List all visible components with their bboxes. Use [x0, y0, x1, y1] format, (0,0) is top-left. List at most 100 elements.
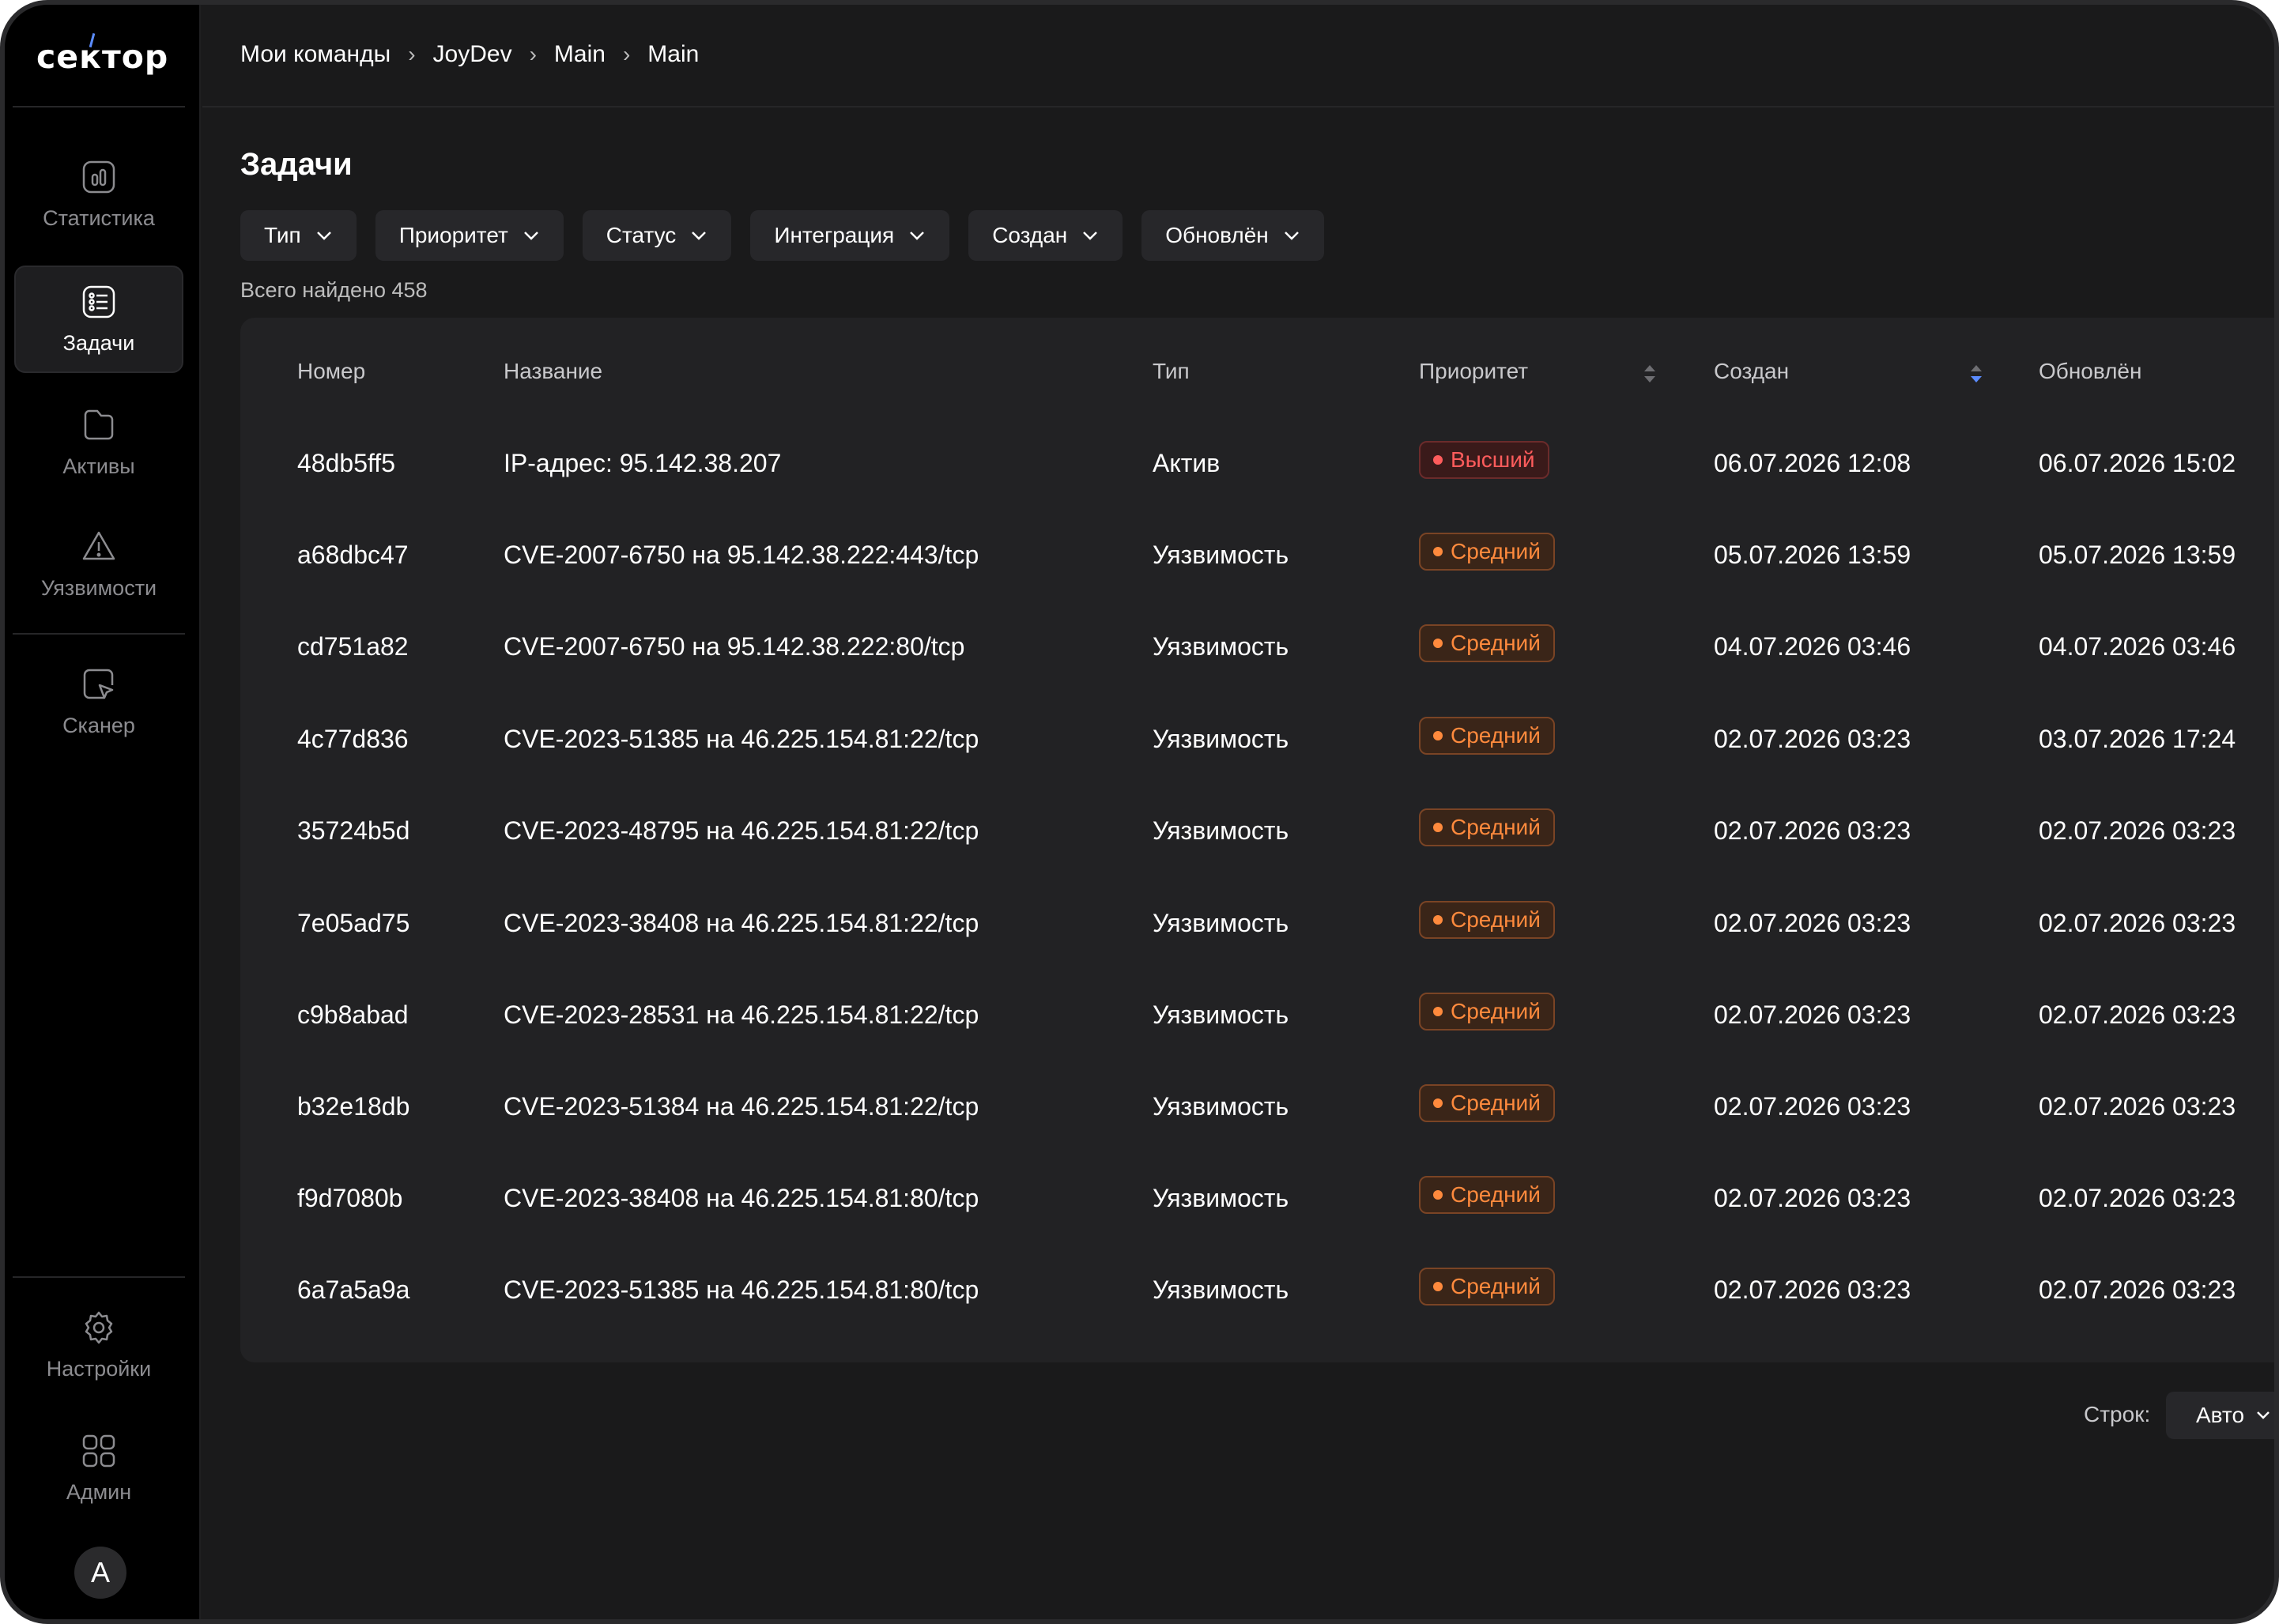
status-dot-icon [1433, 1190, 1443, 1200]
table-row[interactable]: 35724b5d CVE-2023-48795 на 46.225.154.81… [240, 785, 2274, 876]
top-bar: Мои команды › JoyDev › Main › Main [202, 5, 2274, 107]
priority-badge: Средний [1419, 1176, 1555, 1214]
priority-label: Средний [1451, 1091, 1541, 1115]
gear-icon [85, 1311, 113, 1343]
column-header-created[interactable]: Создан [1714, 359, 1789, 384]
filter-label: Тип [264, 223, 301, 247]
table-row[interactable]: 4c77d836 CVE-2023-51385 на 46.225.154.81… [240, 693, 2274, 785]
cell-type: Уязвимость [1153, 909, 1289, 937]
folder-icon [84, 409, 114, 439]
rows-per-page-select[interactable]: Авто [2166, 1392, 2274, 1439]
page-title: Задачи [240, 147, 353, 182]
cell-updated: 05.07.2026 13:59 [2039, 541, 2236, 569]
cell-created: 02.07.2026 03:23 [1714, 725, 1911, 753]
priority-label: Средний [1451, 723, 1541, 748]
breadcrumb-item[interactable]: Main [554, 41, 606, 68]
filter-status-button[interactable]: Статус [582, 210, 732, 261]
cell-created: 02.07.2026 03:23 [1714, 1092, 1911, 1121]
sort-icon[interactable] [1969, 362, 1983, 386]
chevron-right-icon: › [529, 42, 537, 66]
filter-created-button[interactable]: Создан [968, 210, 1123, 261]
sidebar-item-admin[interactable]: Админ [14, 1415, 183, 1522]
table-row[interactable]: 7e05ad75 CVE-2023-38408 на 46.225.154.81… [240, 877, 2274, 969]
column-header-name[interactable]: Название [504, 359, 602, 384]
sidebar-item-label: Уязвимости [40, 575, 157, 600]
filter-label: Приоритет [398, 223, 508, 247]
sidebar-item-label: Сканер [62, 713, 135, 737]
priority-label: Средний [1451, 1182, 1541, 1207]
cell-type: Уязвимость [1153, 816, 1289, 845]
table-row[interactable]: b32e18db CVE-2023-51384 на 46.225.154.81… [240, 1061, 2274, 1152]
table-row[interactable]: a68dbc47 CVE-2007-6750 на 95.142.38.222:… [240, 509, 2274, 601]
sidebar-divider [13, 633, 185, 635]
filter-label: Статус [606, 223, 677, 247]
cell-number: cd751a82 [297, 632, 409, 661]
sidebar-item-scanner[interactable]: Сканер [14, 648, 183, 755]
table-row[interactable]: c9b8abad CVE-2023-28531 на 46.225.154.81… [240, 969, 2274, 1061]
column-header-priority[interactable]: Приоритет [1419, 359, 1528, 384]
cell-type: Уязвимость [1153, 541, 1289, 569]
status-dot-icon [1433, 1007, 1443, 1016]
breadcrumb: Мои команды › JoyDev › Main › Main [240, 41, 699, 68]
breadcrumb-item[interactable]: Main [647, 41, 699, 68]
chevron-down-icon [1083, 232, 1098, 240]
cell-created: 04.07.2026 03:46 [1714, 632, 1911, 661]
filter-label: Обновлён [1165, 223, 1269, 247]
column-header-updated[interactable]: Обновлён [2039, 359, 2141, 384]
cell-type: Актив [1153, 449, 1221, 477]
status-dot-icon [1433, 455, 1443, 465]
sidebar-item-statistics[interactable]: Статистика [14, 141, 183, 248]
cell-created: 05.07.2026 13:59 [1714, 541, 1911, 569]
status-dot-icon [1433, 639, 1443, 648]
sidebar: сектор Статистика Задачи Активы Уязвимос… [5, 5, 201, 1619]
column-header-number[interactable]: Номер [297, 359, 365, 384]
priority-badge: Средний [1419, 993, 1555, 1031]
breadcrumb-item[interactable]: Мои команды [240, 41, 391, 68]
app-logo[interactable]: сектор [36, 38, 168, 77]
cell-updated: 02.07.2026 03:23 [2039, 1275, 2236, 1304]
cell-updated: 04.07.2026 03:46 [2039, 632, 2236, 661]
warning-icon [82, 531, 115, 560]
cell-updated: 02.07.2026 03:23 [2039, 1092, 2236, 1121]
cell-number: b32e18db [297, 1092, 410, 1121]
sidebar-item-tasks[interactable]: Задачи [14, 266, 183, 373]
sidebar-item-settings[interactable]: Настройки [14, 1291, 183, 1399]
table-row[interactable]: 48db5ff5 IP-адрес: 95.142.38.207 Актив В… [240, 417, 2274, 509]
filter-label: Интеграция [774, 223, 895, 247]
scanner-icon [83, 669, 114, 699]
filter-priority-button[interactable]: Приоритет [375, 210, 564, 261]
cell-name: CVE-2023-28531 на 46.225.154.81:22/tcp [504, 1000, 979, 1029]
sidebar-item-label: Статистика [43, 205, 155, 230]
cell-number: 7e05ad75 [297, 909, 410, 937]
cell-name: CVE-2007-6750 на 95.142.38.222:443/tcp [504, 541, 979, 569]
app-window: сектор Статистика Задачи Активы Уязвимос… [0, 0, 2279, 1624]
cell-type: Уязвимость [1153, 1275, 1289, 1304]
filter-type-button[interactable]: Тип [240, 210, 357, 261]
sidebar-item-assets[interactable]: Активы [14, 389, 183, 496]
cell-name: CVE-2023-48795 на 46.225.154.81:22/tcp [504, 816, 979, 845]
column-header-type[interactable]: Тип [1153, 359, 1190, 384]
breadcrumb-item[interactable]: JoyDev [433, 41, 512, 68]
table-row[interactable]: 6a7a5a9a CVE-2023-51385 на 46.225.154.81… [240, 1244, 2274, 1336]
sidebar-item-label: Активы [62, 454, 135, 478]
sidebar-divider [13, 1276, 185, 1278]
table-row[interactable]: f9d7080b CVE-2023-38408 на 46.225.154.81… [240, 1152, 2274, 1244]
cell-number: 48db5ff5 [297, 449, 395, 477]
priority-label: Средний [1451, 999, 1541, 1023]
priority-label: Средний [1451, 1274, 1541, 1298]
cell-number: 4c77d836 [297, 725, 409, 753]
cell-created: 02.07.2026 03:23 [1714, 816, 1911, 845]
filter-updated-button[interactable]: Обновлён [1141, 210, 1324, 261]
cell-updated: 06.07.2026 15:02 [2039, 449, 2236, 477]
filter-integration-button[interactable]: Интеграция [750, 210, 950, 261]
priority-label: Средний [1451, 631, 1541, 655]
chevron-down-icon [316, 232, 331, 240]
chart-icon [82, 160, 115, 193]
sidebar-item-vulnerabilities[interactable]: Уязвимости [14, 511, 183, 618]
cell-type: Уязвимость [1153, 632, 1289, 661]
table-row[interactable]: cd751a82 CVE-2007-6750 на 95.142.38.222:… [240, 601, 2274, 692]
avatar[interactable]: A [74, 1547, 126, 1599]
status-dot-icon [1433, 915, 1443, 925]
sort-icon[interactable] [1643, 362, 1657, 386]
cell-name: CVE-2023-38408 на 46.225.154.81:22/tcp [504, 909, 979, 937]
